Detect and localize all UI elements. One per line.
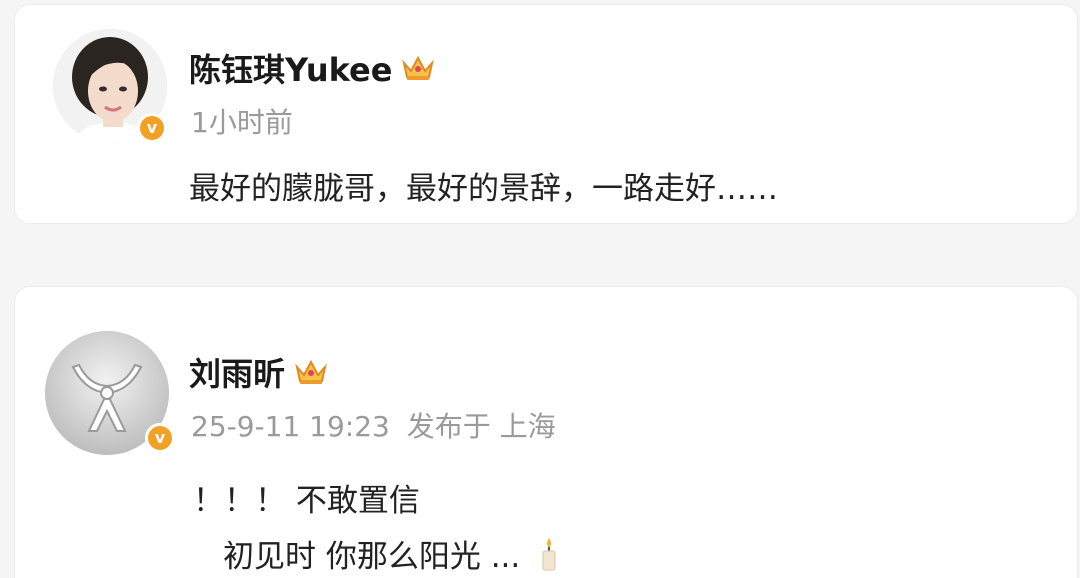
post-meta: 25-9-11 19:23 发布于 上海 [191,405,556,445]
author-name[interactable]: 刘雨昕 [189,349,285,395]
comment-text-line-1: ！！！ 不敢置信 [193,483,420,519]
post-meta: 1小时前 [191,101,293,141]
post-location: 发布于 上海 [406,410,556,443]
author-row: 陈钰琪Yukee [189,45,436,91]
post-time: 25-9-11 19:23 [191,410,390,443]
author-name[interactable]: 陈钰琪Yukee [189,45,392,91]
comment-text-line-2: 初见时 你那么阳光 ... [223,531,560,576]
comment-feed: v 陈钰琪Yukee 1小时前 最好的朦胧哥，最好的景辞，一路走好…… v 刘雨… [0,0,1080,578]
post-time: 1小时前 [191,106,293,139]
comment-text-line-2-text: 初见时 你那么阳光 ... [223,539,521,575]
crown-icon [295,359,327,384]
crown-icon [402,55,435,80]
candle-icon [542,537,556,570]
comment-card-2: v 刘雨昕 25-9-11 19:23 发布于 上海 ！！！ 不敢置信 初见时 … [14,286,1078,578]
verified-v-icon: v [145,423,175,453]
author-row: 刘雨昕 [189,349,329,395]
comment-text: 最好的朦胧哥，最好的景辞，一路走好…… [189,171,778,207]
comment-card-1: v 陈钰琪Yukee 1小时前 最好的朦胧哥，最好的景辞，一路走好…… [14,4,1078,224]
verified-v-icon: v [137,113,167,143]
